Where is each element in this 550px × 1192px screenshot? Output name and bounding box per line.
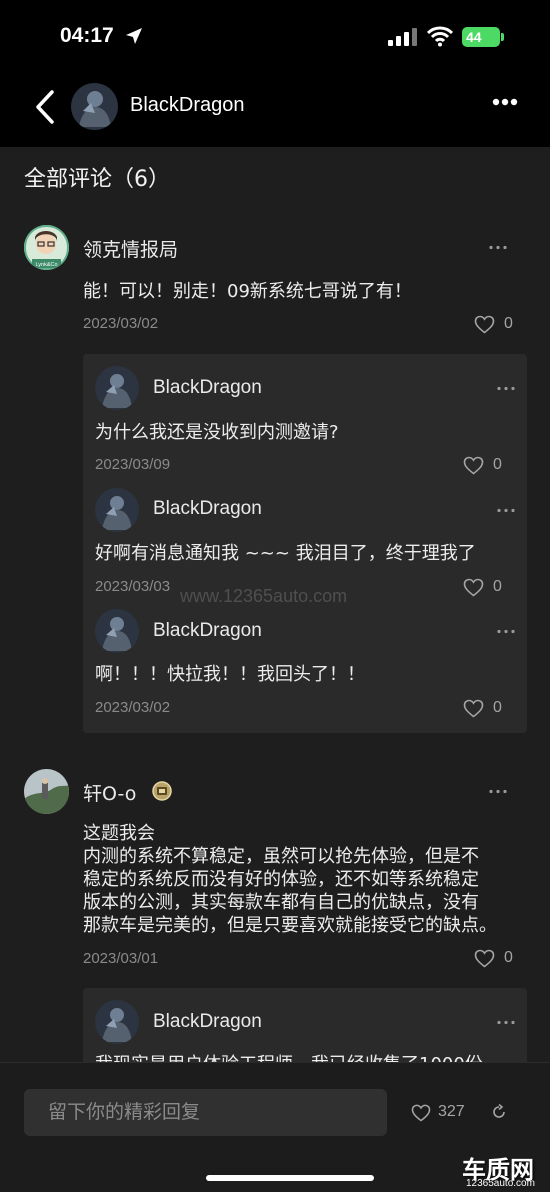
reply-avatar[interactable] [95, 1000, 139, 1044]
like-count: 0 [493, 699, 502, 716]
location-arrow-icon [126, 28, 142, 44]
like-count: 0 [504, 315, 513, 332]
reply-username[interactable]: BlackDragon [153, 377, 262, 399]
reply-username[interactable]: BlackDragon [153, 620, 262, 642]
ellipsis-icon[interactable] [497, 508, 515, 513]
reply-date: 2023/03/09 [95, 456, 171, 473]
back-icon[interactable] [34, 90, 56, 124]
avatar-label: Lynk&Co [35, 262, 57, 268]
badge-icon [152, 781, 172, 801]
reply-date: 2023/03/03 [95, 578, 171, 595]
reply-input[interactable]: 留下你的精彩回复 [24, 1089, 387, 1136]
signal-icon [388, 28, 417, 46]
header-username[interactable]: BlackDragon [130, 94, 245, 117]
battery-tip [501, 33, 504, 41]
total-like-count: 327 [438, 1103, 465, 1120]
heart-icon[interactable] [463, 456, 484, 475]
like-count: 0 [493, 578, 502, 595]
comment-date: 2023/03/01 [83, 950, 159, 967]
comment-text-line: 稳定的系统反而没有好的体验，还不如等系统稳定 [83, 869, 479, 890]
ellipsis-icon[interactable] [489, 245, 507, 250]
comments-section-title: 全部评论（6） [24, 167, 170, 192]
more-icon[interactable] [492, 98, 518, 106]
comment-text-line: 内测的系统不算稳定，虽然可以抢先体验，但是不 [83, 846, 479, 867]
reply-date: 2023/03/02 [95, 699, 171, 716]
status-time: 04:17 [60, 24, 114, 47]
header-avatar[interactable] [71, 83, 118, 130]
comment-avatar-lynk[interactable]: Lynk&Co [24, 225, 69, 270]
reply-text: 啊！！！快拉我！！我回头了！！ [95, 664, 365, 685]
heart-icon[interactable] [463, 578, 484, 597]
reply-username[interactable]: BlackDragon [153, 1011, 262, 1033]
wifi-icon [427, 26, 453, 47]
like-count: 0 [504, 949, 513, 966]
like-count: 0 [493, 456, 502, 473]
reply-avatar[interactable] [95, 488, 139, 532]
comment-avatar-xuan[interactable] [24, 769, 69, 814]
comment-text-line: 版本的公测，其实每款车都有自己的优缺点，没有 [83, 892, 479, 913]
reply-username[interactable]: BlackDragon [153, 498, 262, 520]
watermark: www.12365auto.com [180, 586, 348, 606]
share-icon[interactable] [490, 1103, 508, 1121]
reply-text: 为什么我还是没收到内测邀请? [95, 422, 339, 443]
comment-text-line: 那款车是完美的，但是只要喜欢就能接受它的缺点。 [83, 915, 497, 936]
ellipsis-icon[interactable] [497, 386, 515, 391]
ellipsis-icon[interactable] [489, 789, 507, 794]
reply-avatar[interactable] [95, 366, 139, 410]
comment-date: 2023/03/02 [83, 315, 159, 332]
reply-text: 好啊有消息通知我 ~~~ 我泪目了，终于理我了 [95, 543, 476, 564]
heart-icon[interactable] [463, 699, 484, 718]
comment-username[interactable]: 轩O-o [83, 779, 136, 806]
ellipsis-icon[interactable] [497, 629, 515, 634]
heart-icon[interactable] [474, 949, 495, 968]
heart-icon[interactable] [411, 1104, 431, 1122]
heart-icon[interactable] [474, 315, 495, 334]
battery-icon: 44 [462, 27, 500, 47]
comment-text: 能！可以！别走！09新系统七哥说了有！ [83, 281, 412, 302]
reply-avatar[interactable] [95, 609, 139, 653]
comment-text-line: 这题我会 [83, 823, 155, 844]
home-indicator [206, 1175, 374, 1181]
site-logo-url: 12365auto.com [466, 1178, 535, 1189]
ellipsis-icon[interactable] [497, 1020, 515, 1025]
comment-username[interactable]: 领克情报局 [83, 235, 178, 262]
